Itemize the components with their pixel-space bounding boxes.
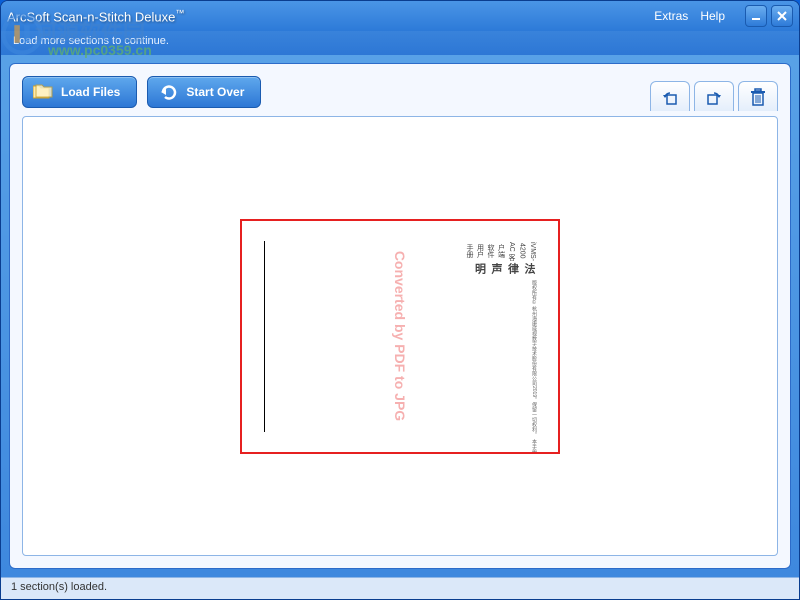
content-inner: Load Files Start Over	[9, 63, 791, 569]
start-over-label: Start Over	[186, 85, 244, 99]
titlebar: ArcSoft Scan-n-Stitch Deluxe™ Extras Hel…	[1, 1, 799, 31]
doc-edge-line	[264, 241, 265, 432]
rotate-left-icon	[660, 87, 680, 107]
help-link[interactable]: Help	[700, 9, 725, 23]
close-button[interactable]	[771, 5, 793, 27]
doc-title: 法律声明	[271, 263, 537, 278]
preview-area: iVMS-4200 AC 客户端软件 用户手册 法律声明 版权所有©杭州海康威视…	[22, 116, 778, 556]
rotate-left-button[interactable]	[650, 81, 690, 111]
delete-button[interactable]	[738, 81, 778, 111]
minimize-icon	[751, 11, 761, 21]
trash-icon	[749, 87, 767, 107]
doc-line: 本手册的任何部分，包括文字、图片、图形等均归属于杭州海康威视数字	[263, 439, 537, 454]
rotate-right-button[interactable]	[694, 81, 734, 111]
toolbar-right	[646, 81, 778, 111]
subtitle-bar: Load more sections to continue.	[1, 31, 799, 55]
folder-icon	[33, 83, 53, 101]
load-files-button[interactable]: Load Files	[22, 76, 137, 108]
start-over-button[interactable]: Start Over	[147, 76, 261, 108]
content-outer: Load Files Start Over	[1, 55, 799, 577]
window-controls	[745, 5, 793, 27]
load-files-label: Load Files	[61, 85, 120, 99]
close-icon	[777, 11, 787, 21]
section-thumbnail[interactable]: iVMS-4200 AC 客户端软件 用户手册 法律声明 版权所有©杭州海康威视…	[240, 219, 560, 454]
doc-header: iVMS-4200 AC 客户端软件 用户手册	[273, 242, 537, 261]
titlebar-links: Extras Help	[654, 9, 725, 23]
app-window: ArcSoft Scan-n-Stitch Deluxe™ Extras Hel…	[0, 0, 800, 600]
toolbar: Load Files Start Over	[22, 76, 778, 108]
minimize-button[interactable]	[745, 5, 767, 27]
extras-link[interactable]: Extras	[654, 9, 688, 23]
doc-line: 版权所有©杭州海康威视数字技术股份有限公司2019。保留一切权利。	[263, 280, 537, 437]
app-title: ArcSoft Scan-n-Stitch Deluxe™	[7, 8, 654, 24]
status-text: 1 section(s) loaded.	[11, 581, 107, 593]
document-content: iVMS-4200 AC 客户端软件 用户手册 法律声明 版权所有©杭州海康威视…	[257, 236, 543, 437]
rotate-right-icon	[704, 87, 724, 107]
status-bar: 1 section(s) loaded.	[1, 577, 799, 599]
undo-icon	[158, 83, 178, 101]
